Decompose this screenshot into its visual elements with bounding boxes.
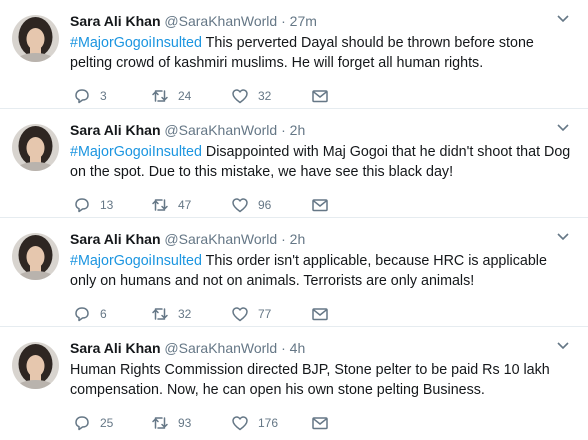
like-button[interactable]: 176 (231, 413, 278, 433)
user-handle[interactable]: @SaraKhanWorld (164, 122, 277, 138)
heart-icon (232, 198, 248, 213)
reply-button[interactable]: 6 (73, 304, 107, 324)
retweet-icon (152, 90, 168, 102)
envelope-icon (312, 417, 328, 430)
retweet-button[interactable]: 93 (151, 413, 191, 433)
tweet[interactable]: Sara Ali Khan @SaraKhanWorld · 4h Human … (0, 327, 588, 436)
like-count: 96 (258, 198, 272, 212)
retweet-count: 47 (178, 198, 192, 212)
like-button[interactable]: 32 (231, 86, 271, 106)
chevron-down-icon[interactable] (556, 341, 570, 351)
user-handle[interactable]: @SaraKhanWorld (164, 13, 277, 29)
like-button[interactable]: 96 (231, 195, 271, 215)
envelope-icon (312, 308, 328, 321)
avatar[interactable] (12, 124, 59, 171)
timestamp[interactable]: 2h (290, 122, 306, 138)
direct-message-button[interactable] (311, 413, 329, 433)
display-name[interactable]: Sara Ali Khan (70, 13, 161, 29)
retweet-icon (152, 199, 168, 211)
hashtag-link[interactable]: #MajorGogoiInsulted (70, 144, 202, 160)
reply-button[interactable]: 25 (73, 413, 113, 433)
retweet-button[interactable]: 47 (151, 195, 191, 215)
direct-message-button[interactable] (311, 304, 329, 324)
timestamp[interactable]: 27m (290, 13, 317, 29)
tweet-header: Sara Ali Khan @SaraKhanWorld · 4h (70, 339, 305, 357)
timestamp[interactable]: 4h (290, 340, 306, 356)
reply-count: 25 (100, 416, 114, 430)
tweet[interactable]: Sara Ali Khan @SaraKhanWorld · 27m #Majo… (0, 0, 588, 109)
user-handle[interactable]: @SaraKhanWorld (164, 231, 277, 247)
retweet-button[interactable]: 32 (151, 304, 191, 324)
tweet-text: #MajorGogoiInsulted This order isn't app… (70, 251, 575, 291)
separator-dot: · (281, 231, 286, 247)
reply-icon (75, 416, 89, 431)
direct-message-button[interactable] (311, 195, 329, 215)
tweet-header: Sara Ali Khan @SaraKhanWorld · 2h (70, 121, 305, 139)
envelope-icon (312, 199, 328, 212)
heart-icon (232, 416, 248, 431)
reply-button[interactable]: 13 (73, 195, 113, 215)
reply-button[interactable]: 3 (73, 86, 107, 106)
tweet-header: Sara Ali Khan @SaraKhanWorld · 27m (70, 12, 317, 30)
heart-icon (232, 307, 248, 322)
avatar[interactable] (12, 15, 59, 62)
chevron-down-icon[interactable] (556, 123, 570, 133)
tweet-text: #MajorGogoiInsulted This perverted Dayal… (70, 33, 575, 73)
reply-icon (75, 89, 89, 104)
user-handle[interactable]: @SaraKhanWorld (164, 340, 277, 356)
reply-icon (75, 307, 89, 322)
retweet-count: 24 (178, 89, 192, 103)
reply-icon (75, 198, 89, 213)
heart-icon (232, 89, 248, 104)
direct-message-button[interactable] (311, 86, 329, 106)
tweet-header: Sara Ali Khan @SaraKhanWorld · 2h (70, 230, 305, 248)
chevron-down-icon[interactable] (556, 14, 570, 24)
tweet[interactable]: Sara Ali Khan @SaraKhanWorld · 2h #Major… (0, 218, 588, 327)
retweet-count: 93 (178, 416, 192, 430)
like-button[interactable]: 77 (231, 304, 271, 324)
retweet-icon (152, 308, 168, 320)
like-count: 32 (258, 89, 272, 103)
hashtag-link[interactable]: #MajorGogoiInsulted (70, 35, 202, 51)
separator-dot: · (281, 13, 286, 29)
like-count: 176 (258, 416, 279, 430)
reply-count: 13 (100, 198, 114, 212)
reply-count: 6 (100, 307, 107, 321)
tweet[interactable]: Sara Ali Khan @SaraKhanWorld · 2h #Major… (0, 109, 588, 218)
retweet-button[interactable]: 24 (151, 86, 191, 106)
separator-dot: · (281, 122, 286, 138)
timestamp[interactable]: 2h (290, 231, 306, 247)
avatar[interactable] (12, 233, 59, 280)
retweet-count: 32 (178, 307, 192, 321)
chevron-down-icon[interactable] (556, 232, 570, 242)
like-count: 77 (258, 307, 272, 321)
retweet-icon (152, 417, 168, 429)
separator-dot: · (281, 340, 286, 356)
envelope-icon (312, 90, 328, 103)
hashtag-link[interactable]: #MajorGogoiInsulted (70, 253, 202, 269)
display-name[interactable]: Sara Ali Khan (70, 340, 161, 356)
tweet-text: #MajorGogoiInsulted Disappointed with Ma… (70, 142, 575, 182)
tweet-feed: Sara Ali Khan @SaraKhanWorld · 27m #Majo… (0, 0, 588, 440)
avatar[interactable] (12, 342, 59, 389)
reply-count: 3 (100, 89, 107, 103)
tweet-text: Human Rights Commission directed BJP, St… (70, 360, 575, 400)
display-name[interactable]: Sara Ali Khan (70, 231, 161, 247)
display-name[interactable]: Sara Ali Khan (70, 122, 161, 138)
tweet-body: Human Rights Commission directed BJP, St… (70, 362, 550, 398)
